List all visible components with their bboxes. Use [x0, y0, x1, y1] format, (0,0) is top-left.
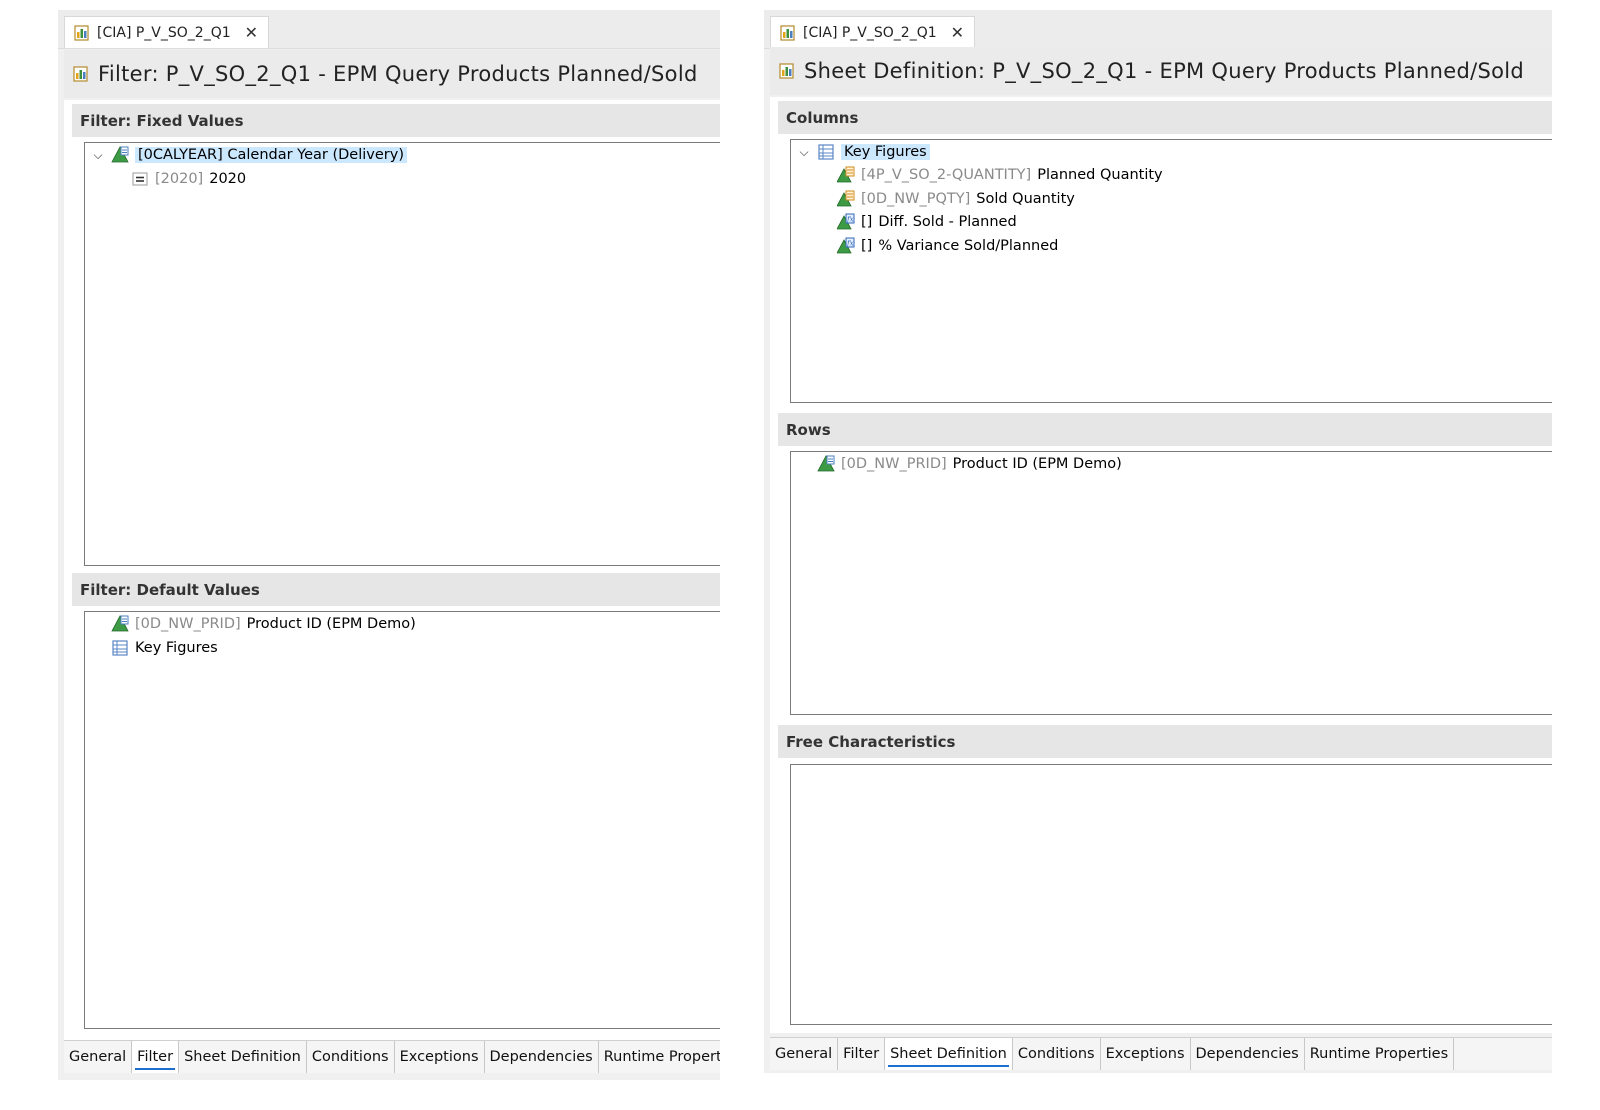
tab-filter[interactable]: Filter [132, 1041, 180, 1073]
key-figure-icon [837, 190, 855, 208]
tree-node-planned-quantity[interactable]: [4P_V_SO_2-QUANTITY] Planned Quantity [837, 164, 1163, 186]
key-figures-structure-icon [111, 639, 129, 657]
tab-general[interactable]: General [64, 1041, 133, 1073]
editor-tab[interactable]: [CIA] P_V_SO_2_Q1 ✕ [770, 16, 976, 48]
tree-node-key-figures[interactable]: Key Figures [111, 637, 218, 659]
query-icon [779, 24, 797, 42]
query-icon [72, 64, 90, 84]
page-title-text: Filter: P_V_SO_2_Q1 - EPM Query Products… [98, 62, 698, 86]
sheet-definition-content: Columns ⌵ Key Figures [4P_V_SO_2-QUANTIT… [770, 97, 1552, 1033]
editor-tab-label: [CIA] P_V_SO_2_Q1 [97, 24, 231, 41]
tree-node-variance-sold-planned[interactable]: [] % Variance Sold/Planned [837, 235, 1058, 257]
editor-tab-strip: [CIA] P_V_SO_2_Q1 ✕ [58, 10, 720, 49]
formula-icon [837, 213, 855, 231]
columns-tree[interactable]: ⌵ Key Figures [4P_V_SO_2-QUANTITY] Plann… [790, 139, 1552, 403]
tab-exceptions[interactable]: Exceptions [1101, 1038, 1191, 1070]
sheet-definition-editor-panel: [CIA] P_V_SO_2_Q1 ✕ Sheet Definition: P_… [764, 10, 1552, 1073]
section-header-rows: Rows [778, 413, 1552, 446]
editor-tab[interactable]: [CIA] P_V_SO_2_Q1 ✕ [64, 16, 270, 48]
key-figures-structure-icon [817, 143, 835, 161]
tree-node-value-2020[interactable]: [2020] 2020 [131, 168, 246, 190]
tab-runtime-properties[interactable]: Runtime Properties [1305, 1038, 1455, 1070]
technical-name: [0D_NW_PRID] [841, 456, 947, 472]
free-characteristics-tree[interactable] [790, 764, 1552, 1025]
tab-runtime-properties[interactable]: Runtime Properties [599, 1041, 720, 1073]
tree-node-key-figures[interactable]: ⌵ Key Figures [797, 141, 930, 163]
technical-name: [] [861, 238, 873, 254]
tree-node-label: Key Figures [841, 144, 930, 160]
tree-node-sold-quantity[interactable]: [0D_NW_PQTY] Sold Quantity [837, 188, 1075, 210]
description: Planned Quantity [1037, 167, 1163, 183]
bottom-tab-bar: General Filter Sheet Definition Conditio… [770, 1037, 1552, 1070]
technical-name: [4P_V_SO_2-QUANTITY] [861, 167, 1032, 183]
tab-sheet-definition[interactable]: Sheet Definition [885, 1038, 1013, 1070]
description: % Variance Sold/Planned [878, 238, 1059, 254]
description: Calendar Year (Delivery) [227, 147, 404, 163]
tab-conditions[interactable]: Conditions [1013, 1038, 1101, 1070]
chevron-down-icon[interactable]: ⌵ [91, 148, 105, 163]
tab-dependencies[interactable]: Dependencies [1191, 1038, 1305, 1070]
filter-editor-panel: [CIA] P_V_SO_2_Q1 ✕ Filter: P_V_SO_2_Q1 … [58, 10, 720, 1080]
tab-conditions[interactable]: Conditions [307, 1041, 395, 1073]
bottom-tab-bar: General Filter Sheet Definition Conditio… [64, 1040, 720, 1073]
close-icon[interactable]: ✕ [951, 24, 964, 41]
rows-tree[interactable]: [0D_NW_PRID] Product ID (EPM Demo) [790, 451, 1552, 715]
description: Sold Quantity [976, 191, 1075, 207]
close-icon[interactable]: ✕ [245, 24, 258, 41]
description: Product ID (EPM Demo) [952, 456, 1122, 472]
characteristic-icon [817, 455, 835, 473]
description: Key Figures [135, 640, 218, 656]
section-header-fixed-values: Filter: Fixed Values [72, 104, 720, 137]
query-icon [778, 61, 796, 81]
equals-icon [131, 170, 149, 188]
description: Diff. Sold - Planned [878, 214, 1017, 230]
tree-node-diff-sold-planned[interactable]: [] Diff. Sold - Planned [837, 211, 1017, 233]
technical-name: [2020] [155, 171, 204, 187]
tab-filter[interactable]: Filter [838, 1038, 886, 1070]
tab-general[interactable]: General [770, 1038, 839, 1070]
section-header-default-values: Filter: Default Values [72, 573, 720, 606]
technical-name: [0D_NW_PQTY] [861, 191, 971, 207]
technical-name: [0CALYEAR] [138, 147, 223, 163]
editor-tab-strip: [CIA] P_V_SO_2_Q1 ✕ [764, 10, 1552, 49]
default-values-tree[interactable]: [0D_NW_PRID] Product ID (EPM Demo) Key F… [84, 611, 720, 1029]
editor-tab-label: [CIA] P_V_SO_2_Q1 [803, 24, 937, 41]
query-icon [73, 24, 91, 42]
characteristic-icon [111, 146, 129, 164]
description: Product ID (EPM Demo) [246, 616, 416, 632]
section-header-free-characteristics: Free Characteristics [778, 725, 1552, 758]
chevron-down-icon[interactable]: ⌵ [797, 145, 811, 160]
page-title: Filter: P_V_SO_2_Q1 - EPM Query Products… [64, 50, 720, 98]
fixed-values-tree[interactable]: ⌵ [0CALYEAR] Calendar Year (Delivery) [2… [84, 142, 720, 566]
tree-node-calyear[interactable]: ⌵ [0CALYEAR] Calendar Year (Delivery) [91, 144, 407, 166]
filter-content: Filter: Fixed Values ⌵ [0CALYEAR] Calend… [64, 100, 720, 1040]
description: 2020 [209, 171, 247, 187]
technical-name: [0D_NW_PRID] [135, 616, 241, 632]
page-title-text: Sheet Definition: P_V_SO_2_Q1 - EPM Quer… [804, 59, 1525, 83]
tab-dependencies[interactable]: Dependencies [485, 1041, 599, 1073]
page-title: Sheet Definition: P_V_SO_2_Q1 - EPM Quer… [770, 47, 1552, 95]
key-figure-icon [837, 166, 855, 184]
characteristic-icon [111, 615, 129, 633]
tree-node-product-id[interactable]: [0D_NW_PRID] Product ID (EPM Demo) [111, 613, 416, 635]
section-header-columns: Columns [778, 101, 1552, 134]
formula-icon [837, 237, 855, 255]
tab-exceptions[interactable]: Exceptions [395, 1041, 485, 1073]
technical-name: [] [861, 214, 873, 230]
tab-sheet-definition[interactable]: Sheet Definition [179, 1041, 307, 1073]
tree-node-label: [0CALYEAR] Calendar Year (Delivery) [135, 147, 407, 163]
tree-node-product-id[interactable]: [0D_NW_PRID] Product ID (EPM Demo) [817, 453, 1122, 475]
